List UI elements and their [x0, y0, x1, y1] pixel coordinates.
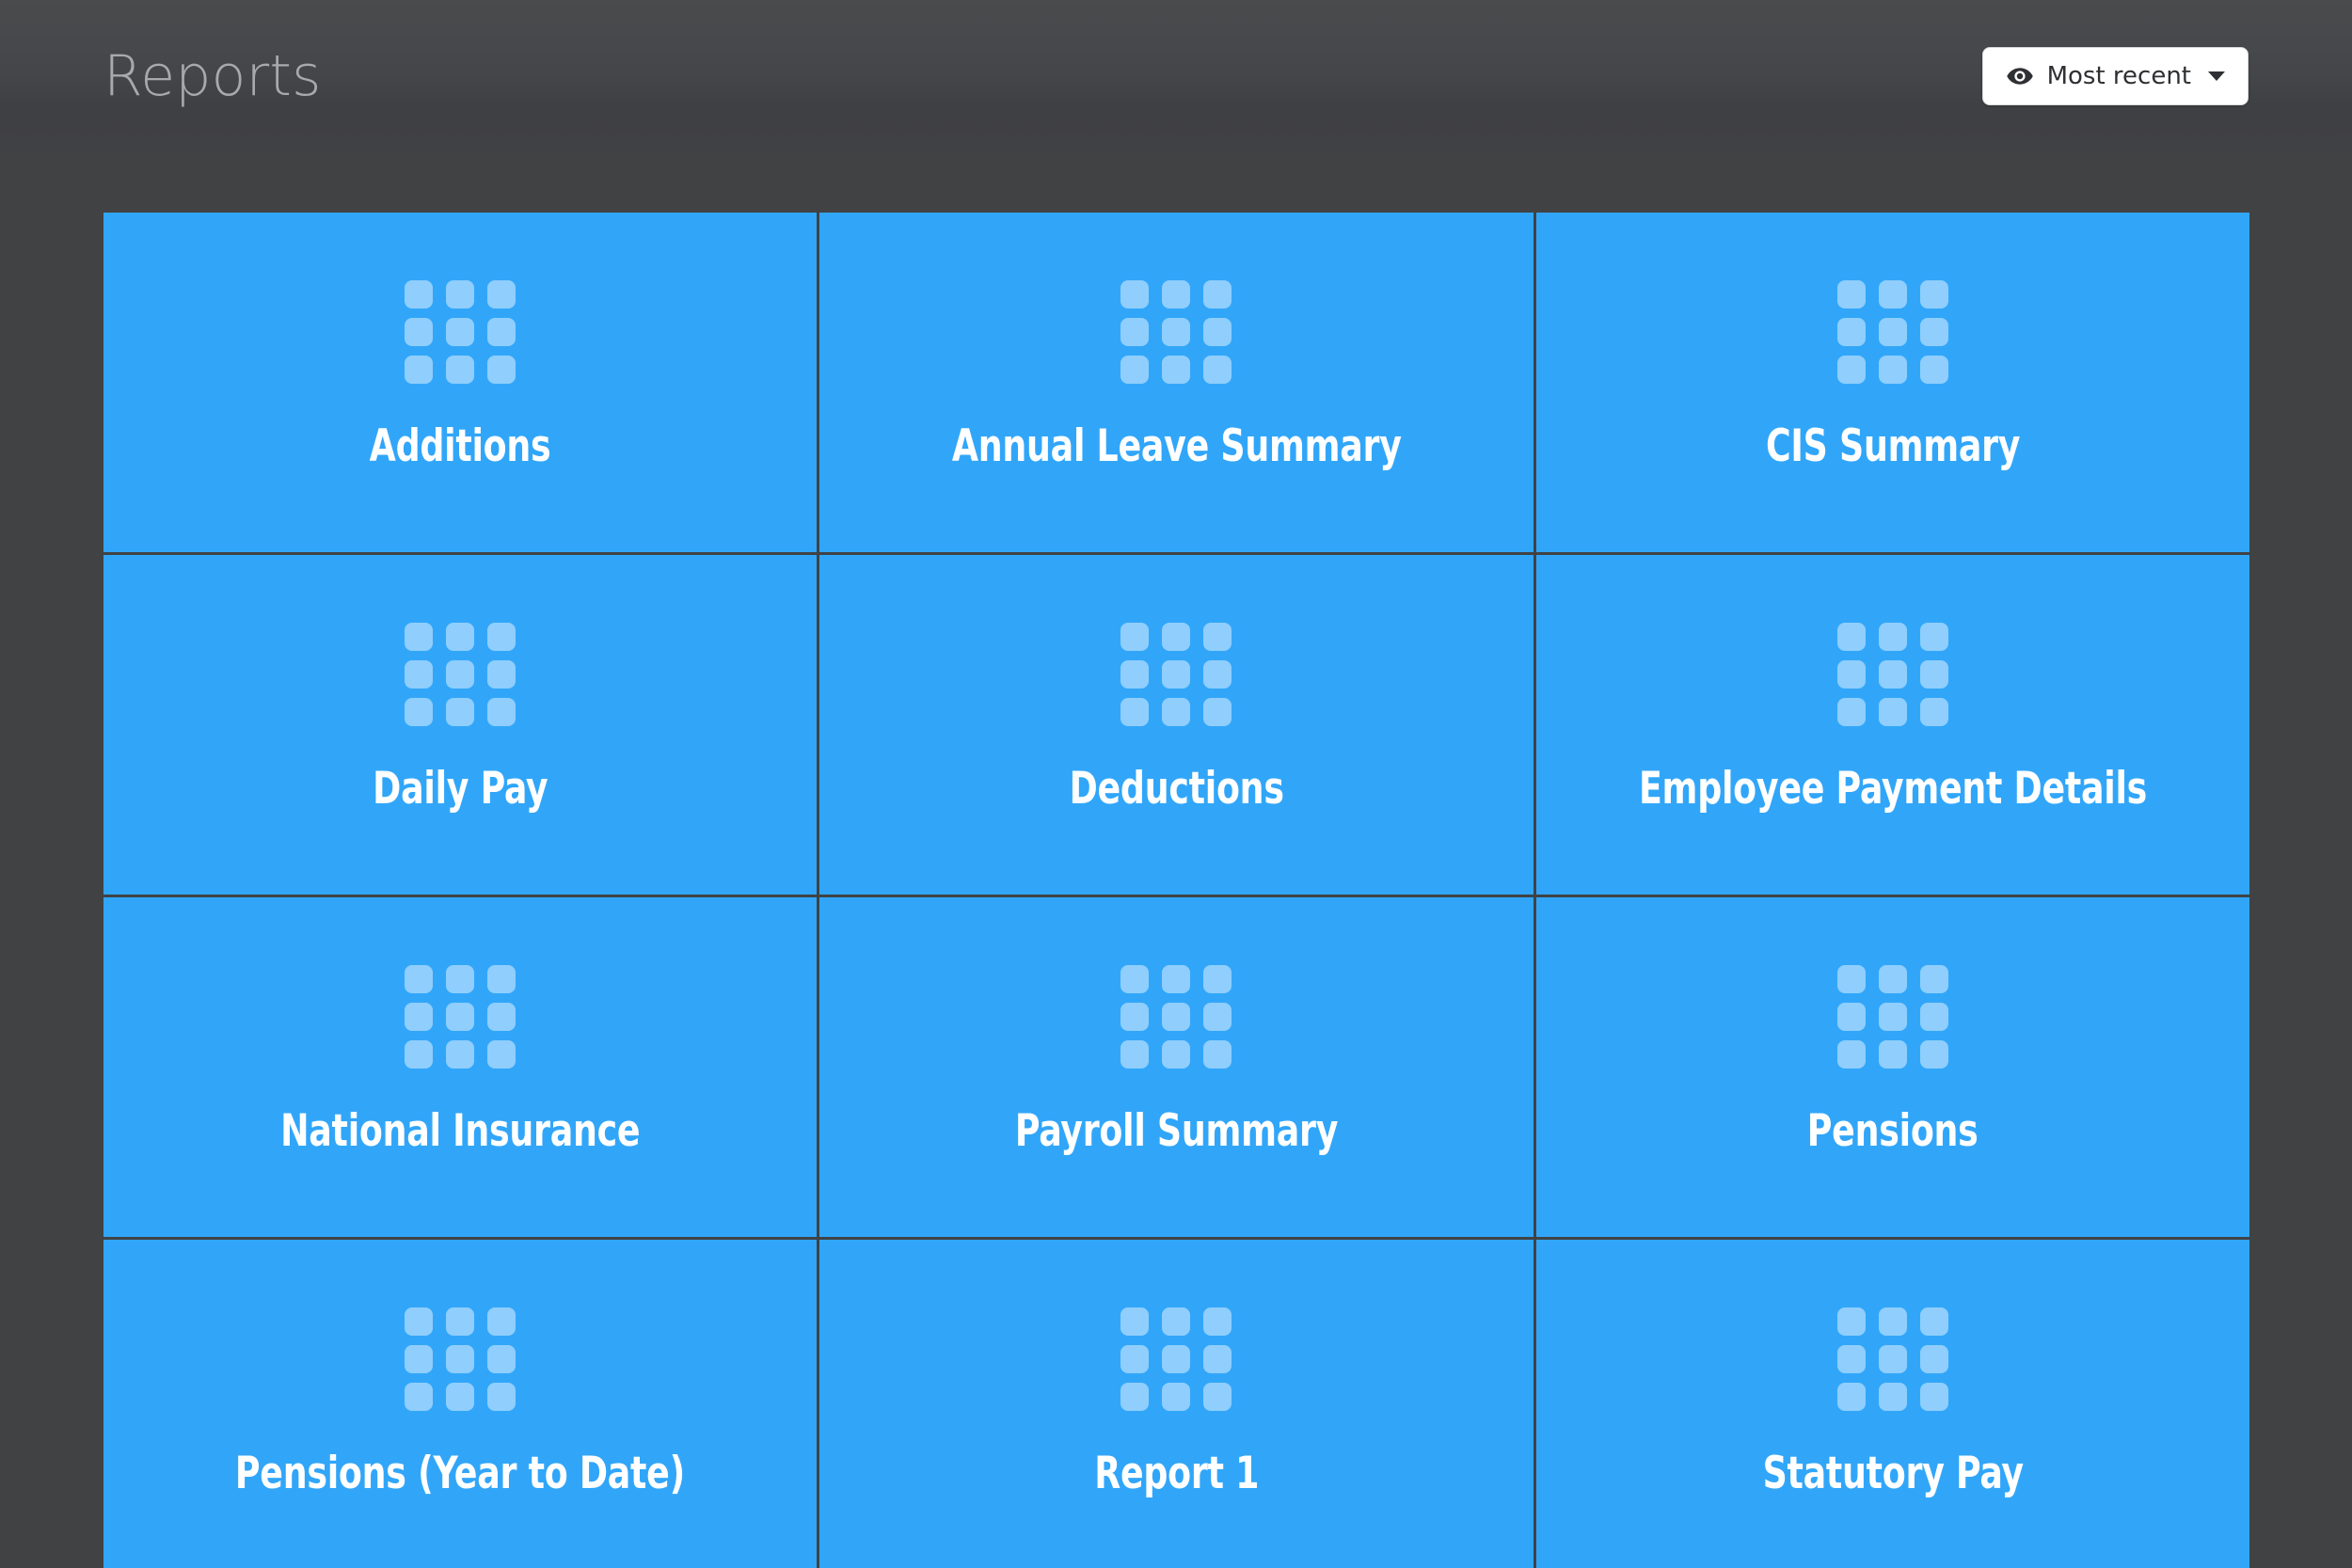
grid-3x3-icon: [1836, 965, 1948, 1069]
report-tile-label: Annual Leave Summary: [951, 420, 1402, 472]
report-tile[interactable]: Pensions (Year to Date): [103, 1240, 818, 1568]
report-tile[interactable]: Pensions: [1535, 897, 2249, 1237]
report-tile-label: Deductions: [1069, 763, 1284, 815]
grid-3x3-icon: [1120, 1307, 1232, 1411]
report-tile[interactable]: Payroll Summary: [819, 897, 1534, 1237]
report-tile[interactable]: Report 1: [819, 1240, 1534, 1568]
report-tile[interactable]: CIS Summary: [1535, 213, 2249, 552]
grid-3x3-icon: [1120, 965, 1232, 1069]
grid-3x3-icon: [405, 1307, 516, 1411]
page-header: Reports Most recent: [0, 0, 2352, 152]
grid-3x3-icon: [405, 965, 516, 1069]
report-tile[interactable]: Statutory Pay: [1535, 1240, 2249, 1568]
report-tile-label: National Insurance: [280, 1105, 641, 1157]
chevron-down-icon: [2208, 71, 2225, 81]
reports-tile-grid: Additions Annual Leave Summary CIS Summary…: [103, 213, 2249, 1568]
report-tile-label: Payroll Summary: [1014, 1105, 1339, 1157]
grid-3x3-icon: [405, 623, 516, 726]
grid-3x3-icon: [1836, 280, 1948, 384]
report-tile-label: Report 1: [1094, 1448, 1259, 1499]
grid-3x3-icon: [1120, 623, 1232, 726]
report-tile[interactable]: Daily Pay: [103, 555, 818, 895]
grid-3x3-icon: [1836, 1307, 1948, 1411]
grid-3x3-icon: [1120, 280, 1232, 384]
grid-3x3-icon: [1836, 623, 1948, 726]
report-tile-label: CIS Summary: [1765, 420, 2021, 472]
report-tile[interactable]: National Insurance: [103, 897, 818, 1237]
reports-page: Reports Most recent Additions Annual Leav…: [0, 0, 2352, 1568]
report-tile-label: Pensions (Year to Date): [235, 1448, 686, 1499]
report-tile[interactable]: Annual Leave Summary: [819, 213, 1534, 552]
report-tile-label: Employee Payment Details: [1638, 763, 2147, 815]
report-tile-label: Additions: [369, 420, 551, 472]
report-tile-label: Statutory Pay: [1762, 1448, 2024, 1499]
grid-3x3-icon: [405, 280, 516, 384]
eye-icon: [2006, 62, 2034, 90]
filter-dropdown-label: Most recent: [2046, 62, 2191, 90]
page-title: Reports: [103, 43, 322, 109]
report-tile[interactable]: Deductions: [819, 555, 1534, 895]
report-tile[interactable]: Additions: [103, 213, 818, 552]
report-tile-label: Daily Pay: [373, 763, 548, 815]
most-recent-filter-dropdown[interactable]: Most recent: [1981, 47, 2249, 105]
report-tile-label: Pensions: [1806, 1105, 1979, 1157]
report-tile[interactable]: Employee Payment Details: [1535, 555, 2249, 895]
